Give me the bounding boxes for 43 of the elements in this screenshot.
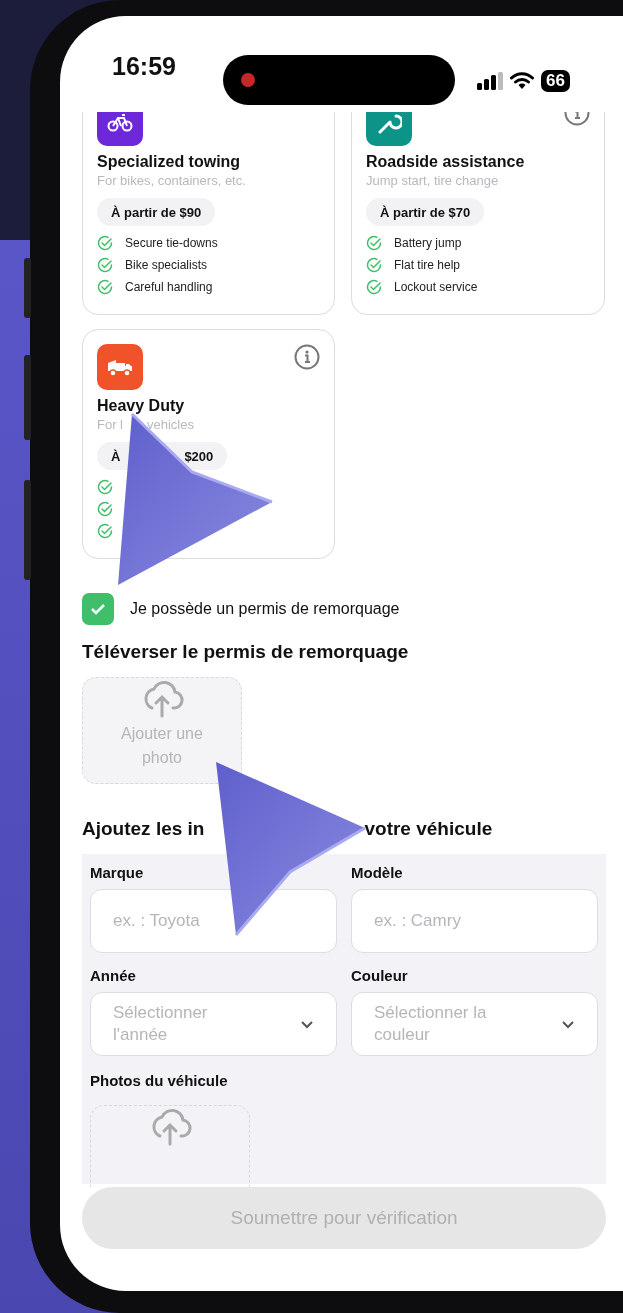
service-description: Jump start, tire change xyxy=(366,172,499,190)
bicycle-icon xyxy=(107,113,133,133)
service-title: Roadside assistance xyxy=(366,152,526,172)
field-label: Marque xyxy=(90,864,145,881)
service-description: vehicles xyxy=(147,416,194,434)
section-heading: votre véhicule xyxy=(364,818,493,840)
service-card[interactable]: Specialized towing For bikes, containers, etc. À partir de $90 Secure tie-downs Bike specialists Careful handling xyxy=(82,112,335,315)
field-label: Modèle xyxy=(351,864,404,881)
checkmark-icon xyxy=(90,602,106,616)
feature-text: Flat tire help xyxy=(394,258,461,272)
field-label: Année xyxy=(90,967,137,984)
service-card[interactable]: Roadside assistance Jump start, tire change À partir de $70 Battery jump Flat tire help Lockout service xyxy=(351,112,605,315)
tow-truck-icon xyxy=(106,357,134,377)
info-icon[interactable] xyxy=(294,344,320,370)
chevron-down-icon xyxy=(561,1019,575,1029)
field-label: Couleur xyxy=(351,967,409,984)
service-description: For l xyxy=(97,416,123,434)
feature-text: Battery jump xyxy=(394,236,462,250)
section-heading: Téléverser le permis de remorquage xyxy=(82,641,410,663)
service-title: Specialized towing xyxy=(97,152,242,172)
wifi-icon xyxy=(510,72,534,90)
price-pill: À partir de $90 xyxy=(97,198,216,226)
feature-text: Secure tie-downs xyxy=(125,236,218,250)
checkbox[interactable] xyxy=(82,593,114,625)
clock-time: 16:59 xyxy=(112,50,177,81)
photo-upload-box[interactable]: Ajouter une photo xyxy=(82,677,242,784)
input-field[interactable]: ex. : Camry xyxy=(351,889,598,953)
feature-text: Bike specialists xyxy=(125,258,208,272)
service-description: For bikes, containers, etc. xyxy=(97,172,246,190)
battery-indicator: 66 xyxy=(541,70,570,92)
wrench-icon xyxy=(376,112,402,136)
section-heading: Ajoutez les in xyxy=(82,818,205,840)
dropdown-field[interactable]: Sélectionner la couleur xyxy=(351,992,598,1056)
field-label: Photos du véhicule xyxy=(90,1072,229,1089)
input-field[interactable]: ex. : Toyota xyxy=(90,889,337,953)
feature-text: Lockout service xyxy=(394,280,478,294)
checkbox-label: Je possède un permis de remorquage xyxy=(130,600,400,618)
service-title: Heavy Duty xyxy=(97,396,186,416)
price-pill: À partir de $70 xyxy=(366,198,485,226)
feature-text: Careful handling xyxy=(125,280,213,294)
dropdown-field[interactable]: Sélectionner l'année xyxy=(90,992,337,1056)
chevron-down-icon xyxy=(300,1019,314,1029)
signal-icon xyxy=(477,72,503,90)
